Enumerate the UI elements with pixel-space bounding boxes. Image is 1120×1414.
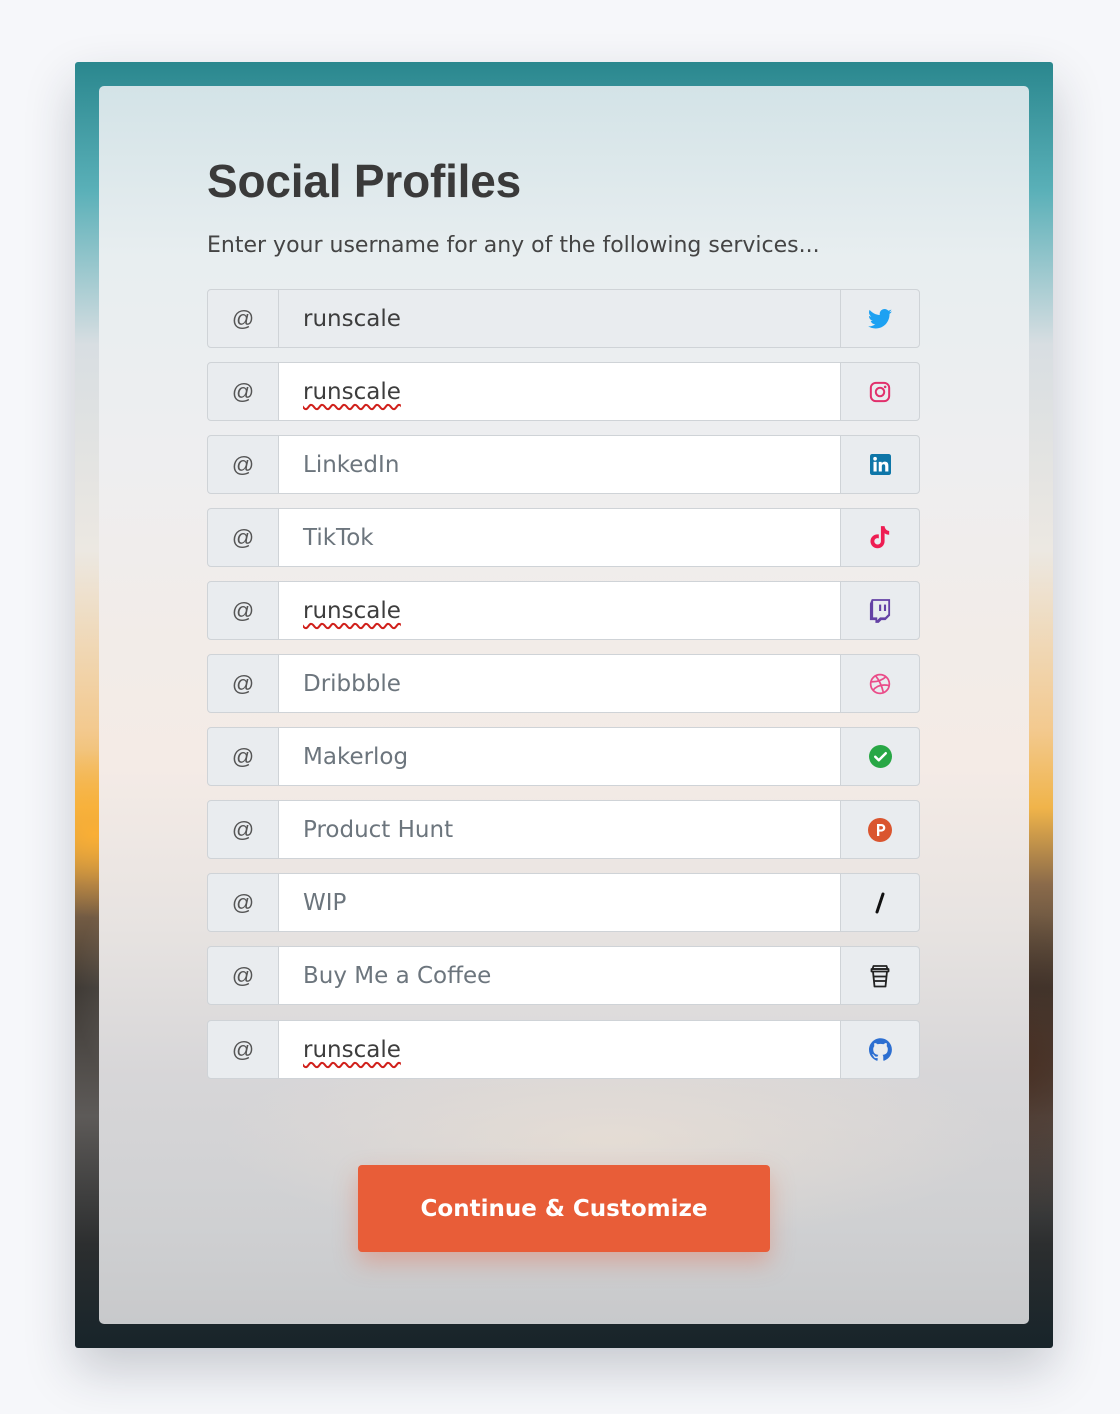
dribbble-icon [840,654,920,713]
linkedin-icon [840,435,920,494]
social-field-twitch: @ runscale [207,581,920,640]
at-prefix: @ [207,1020,279,1079]
makerlog-check-icon [840,727,920,786]
product-hunt-username-input[interactable]: Product Hunt [279,800,840,859]
wip-slash-icon [840,873,920,932]
at-prefix: @ [207,800,279,859]
social-field-dribbble: @ Dribbble [207,654,920,713]
social-field-linkedin: @ LinkedIn [207,435,920,494]
github-icon [840,1020,920,1079]
input-value: runscale [303,305,401,332]
input-placeholder: Product Hunt [303,816,454,843]
at-prefix: @ [207,727,279,786]
tiktok-username-input[interactable]: TikTok [279,508,840,567]
input-placeholder: Buy Me a Coffee [303,962,492,989]
social-field-twitter: @ runscale [207,289,920,348]
at-prefix: @ [207,873,279,932]
input-placeholder: TikTok [303,524,374,551]
twitter-username-input: runscale [279,289,840,348]
page-title: Social Profiles [207,155,522,207]
wip-username-input[interactable]: WIP [279,873,840,932]
input-value: runscale [303,378,401,405]
input-value: runscale [303,1036,401,1063]
makerlog-username-input[interactable]: Makerlog [279,727,840,786]
input-placeholder: Makerlog [303,743,409,770]
at-prefix: @ [207,362,279,421]
dribbble-username-input[interactable]: Dribbble [279,654,840,713]
instagram-username-input[interactable]: runscale [279,362,840,421]
social-field-makerlog: @ Makerlog [207,727,920,786]
input-placeholder: WIP [303,889,347,916]
product-hunt-icon [840,800,920,859]
at-prefix: @ [207,289,279,348]
input-value: runscale [303,597,401,624]
at-prefix: @ [207,654,279,713]
at-prefix: @ [207,581,279,640]
social-field-product-hunt: @ Product Hunt [207,800,920,859]
at-prefix: @ [207,946,279,1005]
social-field-instagram: @ runscale [207,362,920,421]
twitch-icon [840,581,920,640]
instagram-icon [840,362,920,421]
at-prefix: @ [207,508,279,567]
social-field-wip: @ WIP [207,873,920,932]
continue-customize-button[interactable]: Continue & Customize [358,1165,770,1252]
github-username-input[interactable]: runscale [279,1020,840,1079]
social-field-tiktok: @ TikTok [207,508,920,567]
tiktok-icon [840,508,920,567]
social-field-github: @ runscale [207,1020,920,1079]
linkedin-username-input[interactable]: LinkedIn [279,435,840,494]
twitter-icon [840,289,920,348]
input-placeholder: LinkedIn [303,451,400,478]
coffee-cup-icon [840,946,920,1005]
input-placeholder: Dribbble [303,670,401,697]
page-subtitle: Enter your username for any of the follo… [207,233,820,258]
social-field-buy-me-a-coffee: @ Buy Me a Coffee [207,946,920,1005]
at-prefix: @ [207,435,279,494]
twitch-username-input[interactable]: runscale [279,581,840,640]
buy-me-a-coffee-username-input[interactable]: Buy Me a Coffee [279,946,840,1005]
